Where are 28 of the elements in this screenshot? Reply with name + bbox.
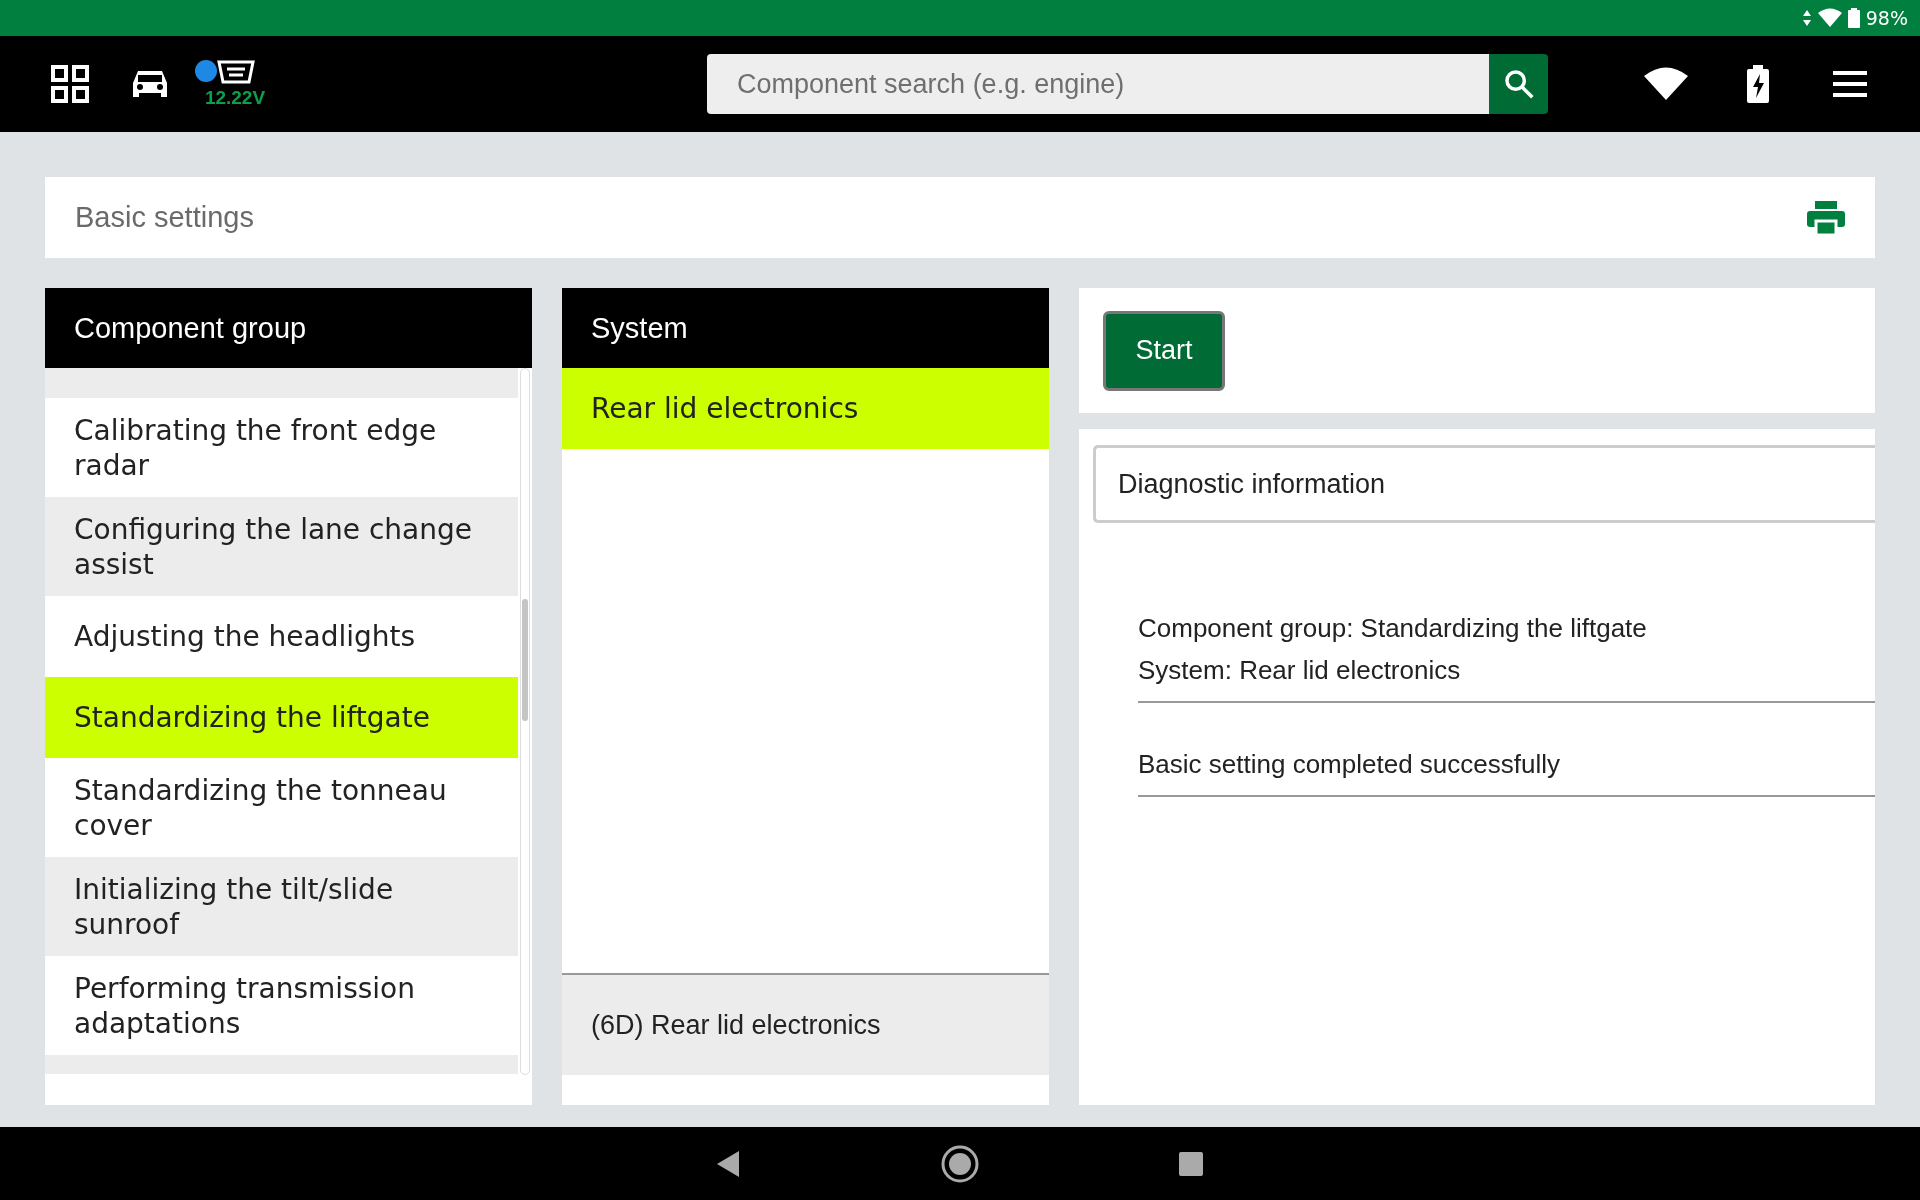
recents-icon[interactable] [1179,1151,1203,1176]
connection-dot-icon [195,60,217,82]
back-icon[interactable] [717,1150,741,1177]
column-header: System [562,288,1049,368]
data-arrows-icon [1801,9,1812,27]
system-item[interactable]: Rear lid electronics [562,368,1049,449]
print-icon[interactable] [1807,200,1845,235]
component-group-item[interactable]: Configuring the lane change assist [45,497,518,596]
component-group-item[interactable]: Standardizing the liftgate [45,677,518,758]
column-header: Component group [45,288,532,368]
start-button[interactable]: Start [1103,310,1225,391]
wifi-icon [1817,8,1842,28]
battery-icon [1847,8,1860,28]
search-icon [1502,68,1535,100]
connector-icon [215,59,255,85]
search-button[interactable] [1489,54,1548,114]
home-icon[interactable] [941,1144,979,1183]
battery-percentage: 98% [1865,7,1908,29]
page-title: Basic settings [75,201,254,234]
component-group-item[interactable]: Initializing the tilt/slide sunroof [45,857,518,956]
voltage-reading: 12.22V [204,87,266,109]
diagnostic-header: Diagnostic information [1093,445,1875,523]
connector-status[interactable]: 12.22V [190,44,280,124]
diagnostic-line: Component group: Standardizing the liftgate [1138,612,1648,645]
diagnostic-line: System: Rear lid electronics [1138,654,1462,687]
result-message: Basic setting completed successfully [1138,748,1561,781]
scrollbar-thumb[interactable] [522,599,528,721]
system-footer: (6D) Rear lid electronics [562,973,1049,1075]
